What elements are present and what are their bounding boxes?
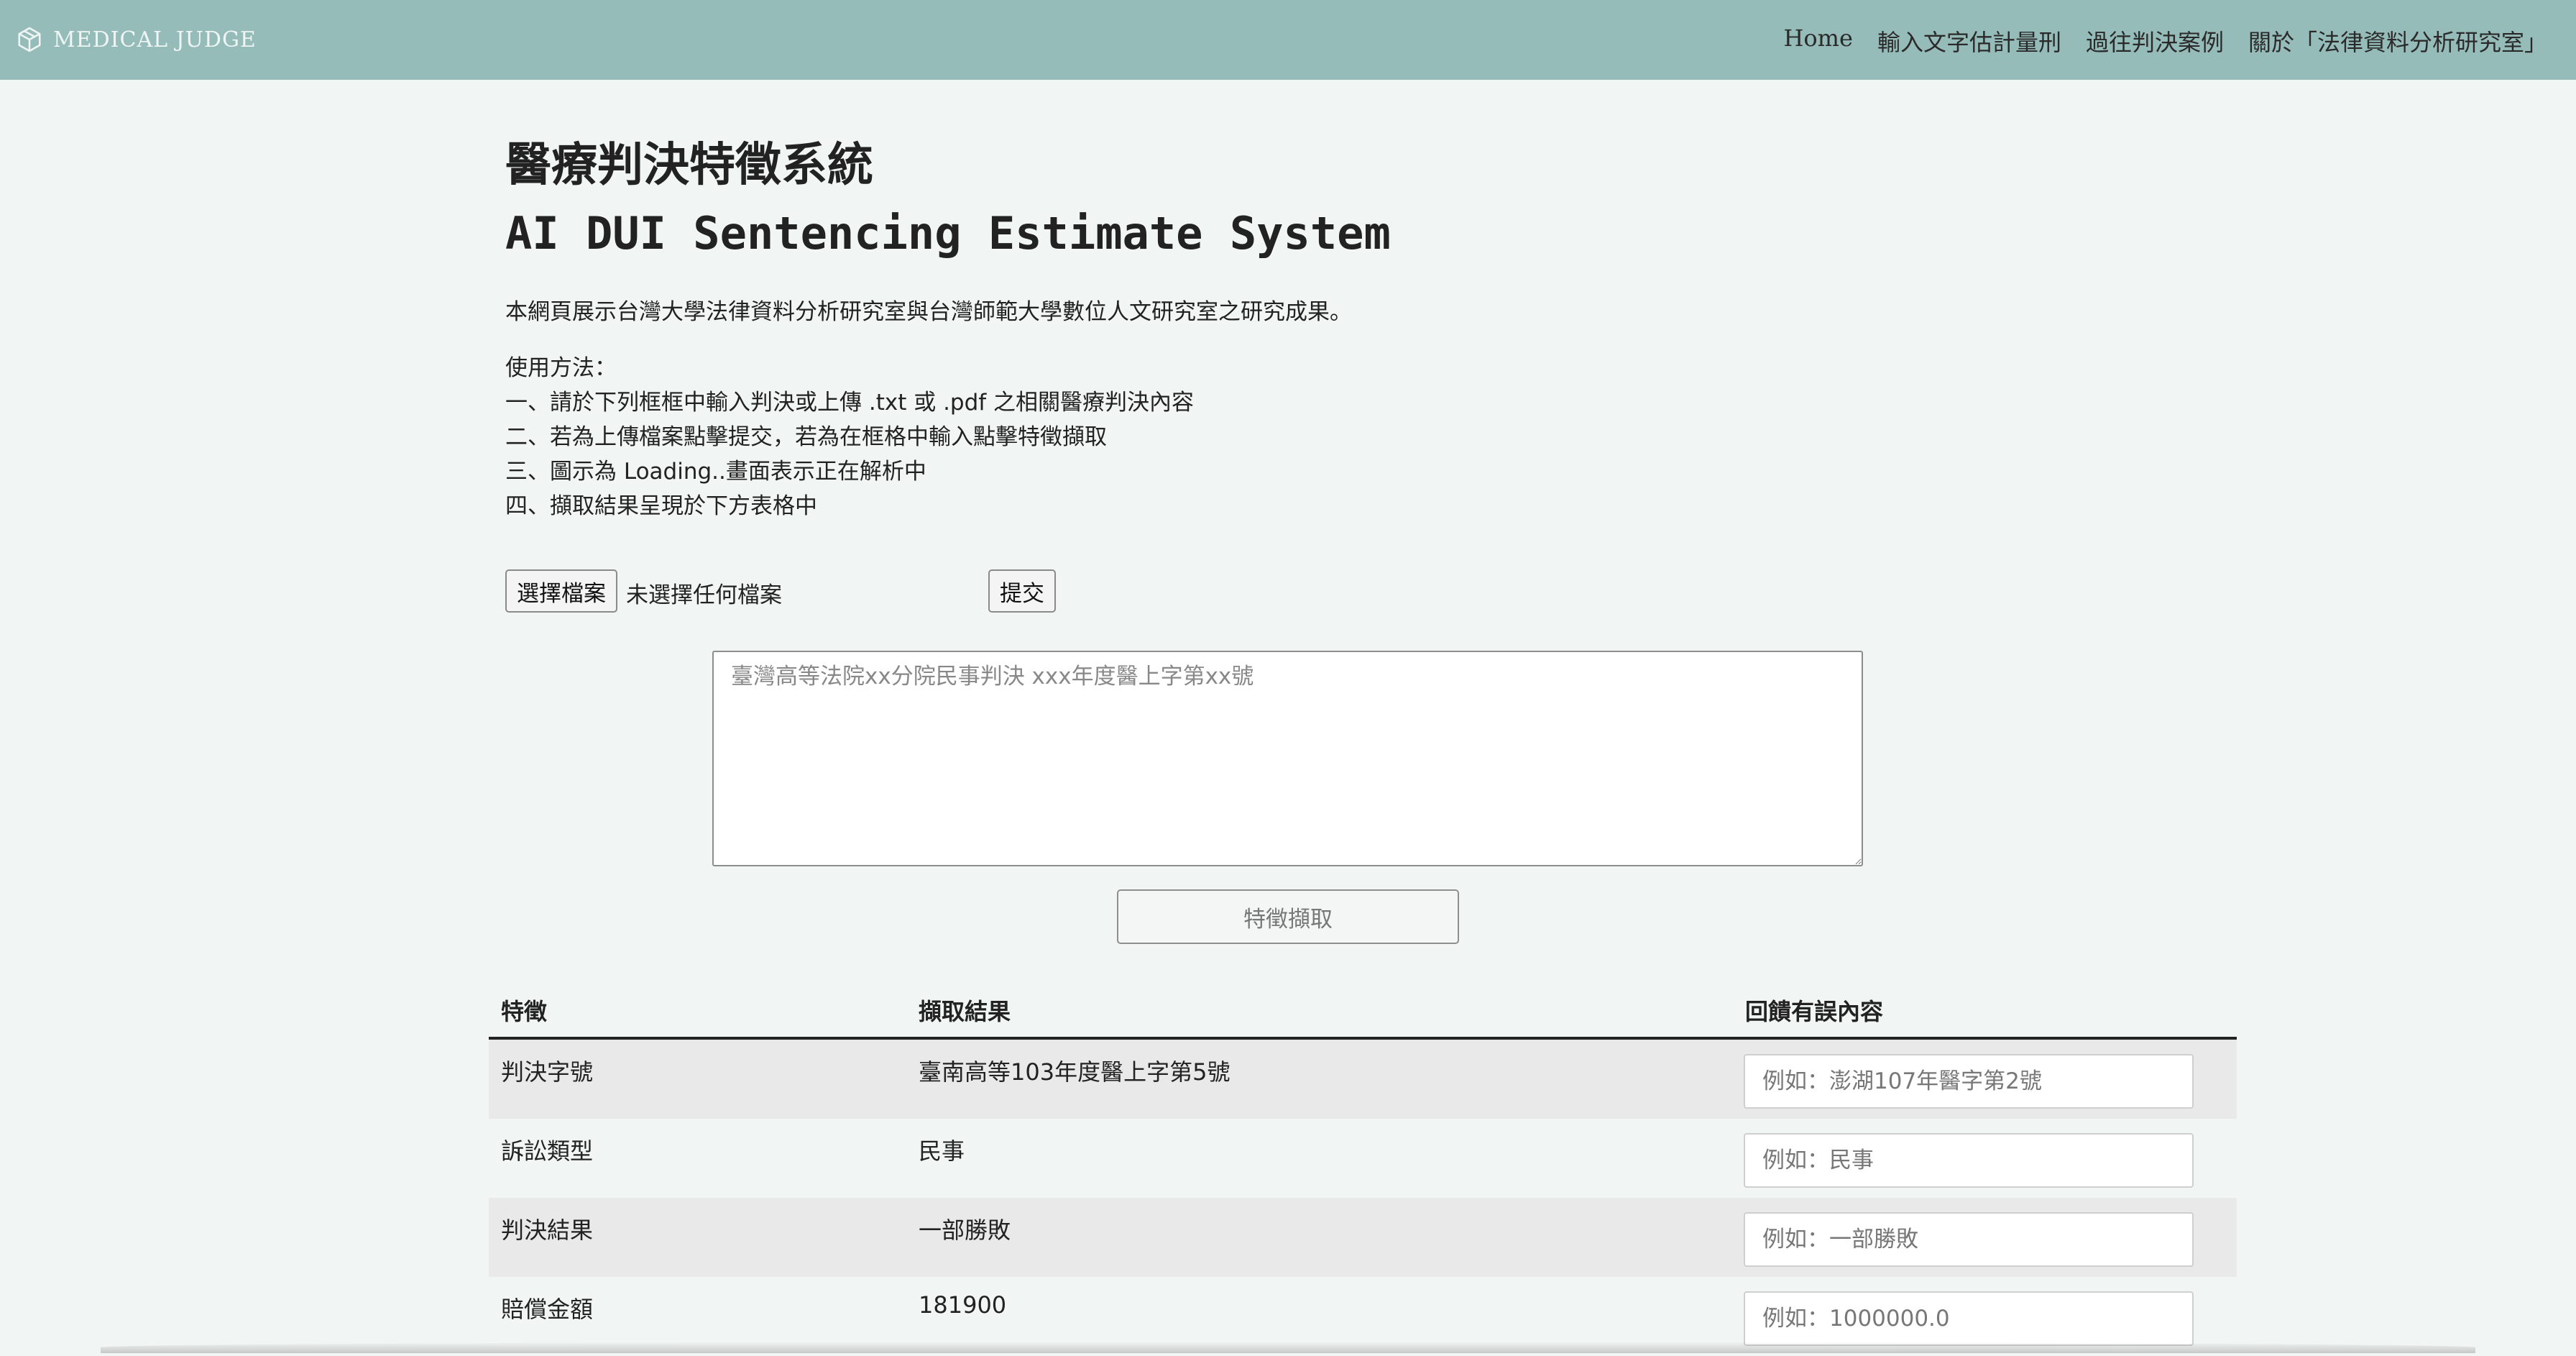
table-row: 判決字號 臺南高等103年度醫上字第5號 — [489, 1040, 2237, 1119]
feedback-input[interactable] — [1744, 1054, 2194, 1109]
intro-text: 本網頁展示台灣大學法律資料分析研究室與台灣師範大學數位人文研究室之研究成果。 — [505, 299, 1352, 325]
page-title-en: AI DUI Sentencing Estimate System — [505, 207, 1391, 260]
table-header: 特徵 擷取結果 回饋有誤內容 — [489, 979, 2237, 1040]
column-header-result: 擷取結果 — [919, 998, 1011, 1025]
result-cell: 181900 — [919, 1291, 1007, 1319]
brand[interactable]: MEDICAL JUDGE — [16, 26, 257, 53]
usage-instructions: 使用方法： 一、請於下列框框中輸入判決或上傳 .txt 或 .pdf 之相關醫療… — [505, 351, 1194, 523]
feature-cell: 判決結果 — [501, 1217, 594, 1244]
usage-step: 四、擷取結果呈現於下方表格中 — [505, 493, 817, 519]
usage-step: 三、圖示為 Loading..畫面表示正在解析中 — [505, 459, 926, 485]
usage-step: 一、請於下列框框中輸入判決或上傳 .txt 或 .pdf 之相關醫療判決內容 — [505, 390, 1195, 416]
usage-heading: 使用方法： — [505, 355, 617, 381]
table-row: 判決結果 一部勝敗 — [489, 1198, 2237, 1277]
result-cell: 民事 — [919, 1137, 965, 1165]
page-header: 醫療判決特徵系統 AI DUI Sentencing Estimate Syst… — [505, 129, 2230, 266]
choose-file-button[interactable]: 選擇檔案 — [505, 569, 617, 613]
nav-link-about[interactable]: 關於「法律資料分析研究室」 — [2248, 24, 2547, 58]
feedback-input[interactable] — [1744, 1212, 2194, 1267]
nav-link-estimate[interactable]: 輸入文字估計量刑 — [1877, 24, 2061, 58]
window-bottom-shadow — [101, 1342, 2475, 1353]
feature-cell: 判決字號 — [501, 1058, 594, 1086]
judgment-text-input[interactable] — [712, 651, 1863, 866]
brand-name: MEDICAL JUDGE — [53, 27, 257, 52]
column-header-feature: 特徵 — [501, 998, 548, 1025]
table-row: 訴訟類型 民事 — [489, 1119, 2237, 1198]
nav-link-past-cases[interactable]: 過往判決案例 — [2086, 24, 2224, 58]
nav-link-home[interactable]: Home — [1784, 24, 1853, 58]
result-cell: 臺南高等103年度醫上字第5號 — [919, 1058, 1230, 1086]
usage-step: 二、若為上傳檔案點擊提交，若為在框格中輸入點擊特徵擷取 — [505, 424, 1107, 450]
results-table: 特徵 擷取結果 回饋有誤內容 判決字號 臺南高等103年度醫上字第5號 訴訟類型… — [489, 979, 2237, 1356]
feedback-input[interactable] — [1744, 1291, 2194, 1346]
cube-icon — [18, 27, 41, 52]
submit-button[interactable]: 提交 — [988, 569, 1056, 613]
feature-cell: 賠償金額 — [501, 1296, 594, 1323]
page-title-zh: 醫療判決特徵系統 — [505, 139, 873, 192]
feedback-input[interactable] — [1744, 1133, 2194, 1188]
result-cell: 一部勝敗 — [919, 1217, 1011, 1244]
column-header-feedback: 回饋有誤內容 — [1745, 998, 1884, 1025]
top-navbar: MEDICAL JUDGE Home 輸入文字估計量刑 過往判決案例 關於「法律… — [0, 0, 2576, 80]
file-status: 未選擇任何檔案 — [626, 582, 782, 608]
extract-features-button[interactable]: 特徵擷取 — [1117, 889, 1459, 944]
feature-cell: 訴訟類型 — [501, 1137, 594, 1165]
nav-links: Home 輸入文字估計量刑 過往判決案例 關於「法律資料分析研究室」 — [1784, 24, 2548, 58]
